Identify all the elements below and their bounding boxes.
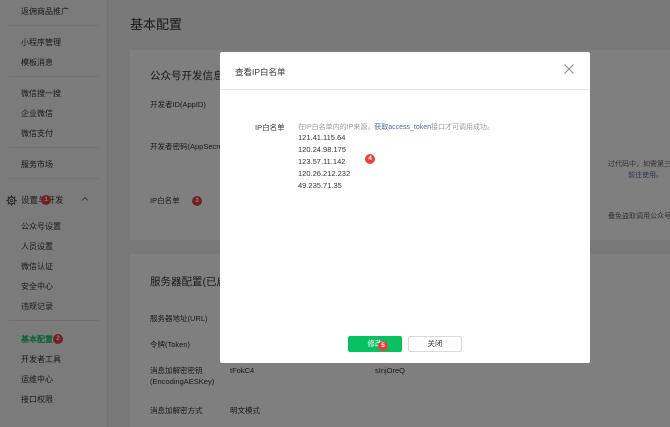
ip-entry: 120.24.98.175 (298, 145, 346, 154)
access-token-link[interactable]: 获取access_token (374, 124, 431, 131)
ip-whitelist-dialog: 查看IP白名单 IP白名单 在IP白名单内的IP来源，获取access_toke… (220, 52, 590, 363)
ip-entry: 123.57.11.142 (298, 157, 346, 166)
dialog-hint: 在IP白名单内的IP来源，获取access_token接口才可调用成功。 (298, 124, 495, 131)
step-badge-5: 5 (378, 341, 388, 351)
ip-entry: 121.41.115.64 (298, 133, 346, 142)
step-badge-4: 4 (365, 154, 375, 164)
ip-entry: 49.235.71.35 (298, 181, 342, 190)
dialog-divider (220, 89, 590, 90)
modify-button[interactable]: 修改 (348, 336, 402, 352)
close-button[interactable]: 关闭 (408, 336, 462, 352)
dialog-title: 查看IP白名单 (235, 67, 286, 77)
close-icon[interactable] (563, 63, 575, 75)
ip-entry: 120.26.212.232 (298, 169, 351, 178)
dialog-ip-label: IP白名单 (255, 123, 285, 132)
